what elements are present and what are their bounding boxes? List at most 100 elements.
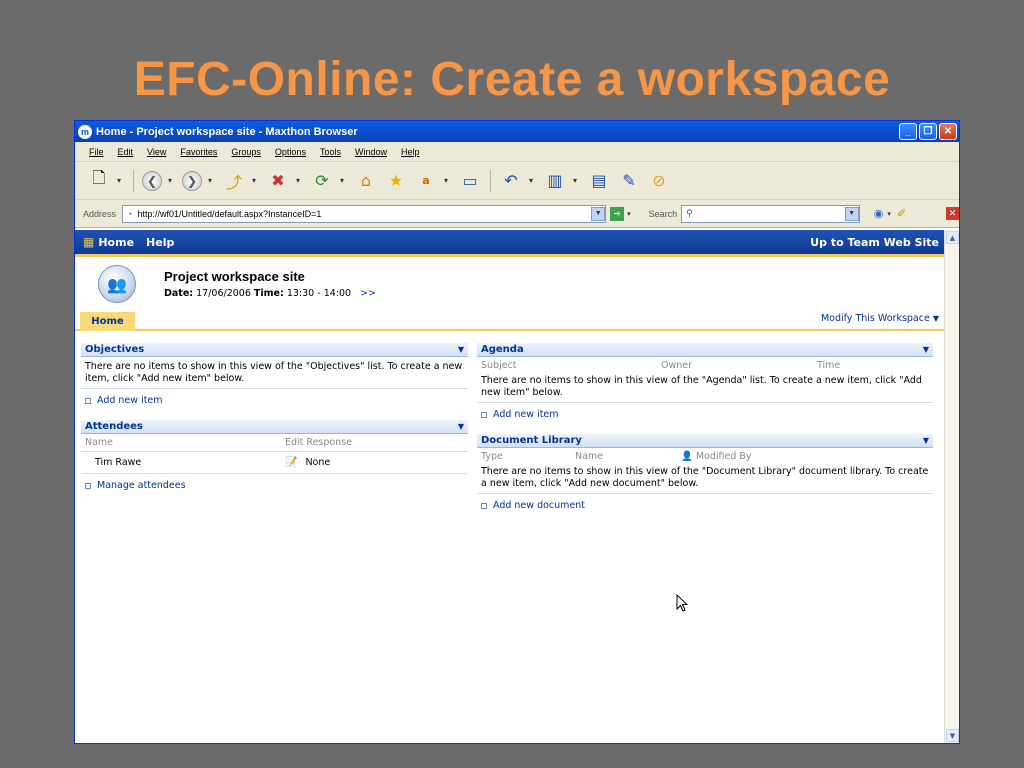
agenda-title[interactable]: Agenda [481,344,524,355]
toolbar-separator [133,169,134,192]
globe-icon[interactable]: ◉ [874,207,884,220]
translate-icon[interactable]: a [414,169,438,193]
workspace-meta: Date: 17/06/2006 Time: 13:30 - 14:00 >> [164,288,376,299]
bullet-icon [481,411,487,418]
chevron-down-icon[interactable]: ▼ [844,206,859,221]
menu-file[interactable]: File [89,147,104,157]
bullet-icon [85,397,91,404]
column-header-owner: Owner [661,360,693,371]
nav-help-link[interactable]: Help [146,236,174,249]
column-header-name: Name [575,451,604,462]
edit-response-icon[interactable]: 📝 [285,457,297,468]
bullet-icon [85,482,91,489]
menu-window[interactable]: Window [355,147,387,157]
scroll-up-icon[interactable]: ▲ [946,231,959,244]
chevron-down-icon[interactable]: ▼ [591,206,606,221]
chevron-down-icon[interactable]: ▾ [117,176,125,185]
modify-workspace-menu[interactable]: Modify This Workspace ▼ [821,313,939,324]
back-icon[interactable]: ❮ [142,170,162,191]
manage-attendees-link[interactable]: Manage attendees [81,474,468,491]
restore-button[interactable]: ❐ [919,123,937,140]
window-icon[interactable]: ▭ [458,169,482,193]
highlight-icon[interactable]: ✐ [897,207,906,220]
go-icon[interactable]: ➔ [610,206,625,221]
agenda-webpart: Agenda ▼ Subject Owner Time There are no… [477,343,933,420]
objectives-header: Objectives ▼ [81,343,468,357]
column-header-modified-by: Modified By [695,451,752,462]
chevron-down-icon[interactable]: ▼ [923,345,929,354]
menu-help[interactable]: Help [401,147,420,157]
menu-favorites[interactable]: Favorites [180,147,217,157]
agenda-columns: Subject Owner Time [477,357,933,371]
chevron-down-icon[interactable]: ▾ [340,176,348,185]
objectives-webpart: Objectives ▼ There are no items to show … [81,343,468,406]
chevron-down-icon[interactable]: ▾ [529,176,537,185]
add-document-label: Add new document [493,500,585,511]
chevron-down-icon[interactable]: ▾ [296,176,304,185]
refresh-icon[interactable]: ⟳ [310,169,334,193]
menu-options[interactable]: Options [275,147,306,157]
objectives-empty-text: There are no items to show in this view … [85,361,463,384]
sidebar-icon[interactable]: ▤ [587,169,611,193]
close-tab-icon[interactable]: ✕ [946,207,959,220]
chevron-down-icon[interactable]: ▼ [923,436,929,445]
nav-home-link[interactable]: Home [98,236,134,249]
add-item-label: Add new item [493,409,559,420]
close-button[interactable]: ✕ [939,123,957,140]
document-library-header: Document Library ▼ [477,434,933,448]
left-column: Objectives ▼ There are no items to show … [81,343,468,501]
columns-icon[interactable]: ▥ [543,169,567,193]
objectives-add-link[interactable]: Add new item [81,389,468,406]
toolbar-separator [490,169,491,192]
chevron-down-icon[interactable]: ▾ [444,176,452,185]
chevron-down-icon[interactable]: ▾ [627,210,631,218]
add-document-link[interactable]: Add new document [477,494,933,511]
minimize-button[interactable]: _ [899,123,917,140]
favorites-star-icon[interactable]: ★ [384,169,408,193]
workspace-logo-icon: 👥 [98,265,136,303]
site-nav-icon: ▦ [83,235,95,249]
edit-page-icon[interactable]: ✎ [617,169,641,193]
agenda-empty-text: There are no items to show in this view … [481,375,922,398]
chevron-down-icon[interactable]: ▾ [252,176,260,185]
chevron-down-icon[interactable]: ▾ [887,210,891,218]
objectives-title[interactable]: Objectives [85,344,144,355]
up-folder-icon[interactable]: ⤴ [222,169,246,193]
add-item-label: Add new item [97,395,163,406]
up-to-team-site-link[interactable]: Up to Team Web Site [810,236,939,249]
agenda-add-link[interactable]: Add new item [477,403,933,420]
menu-groups[interactable]: Groups [231,147,261,157]
new-page-icon[interactable]: 🗋 [87,168,111,193]
menu-tools[interactable]: Tools [320,147,341,157]
undo-icon[interactable]: ↶ [499,169,523,193]
time-label: Time: [253,288,284,299]
chevron-down-icon[interactable]: ▼ [458,345,464,354]
page-title: Project workspace site [164,269,305,284]
stop-icon[interactable]: ✖ [266,169,290,193]
agenda-header: Agenda ▼ [477,343,933,357]
more-dates-link[interactable]: >> [360,288,376,299]
tab-row: Home Modify This Workspace ▼ [75,309,945,331]
person-icon: 👤 [681,451,693,462]
document-library-title[interactable]: Document Library [481,435,582,446]
attendees-title[interactable]: Attendees [85,421,143,432]
chevron-down-icon[interactable]: ▼ [458,422,464,431]
chevron-down-icon[interactable]: ▾ [208,176,216,185]
toolbar: 🗋 ▾ ❮ ▾ ❯ ▾ ⤴ ▾ ✖ ▾ ⟳ ▾ ⌂ ★ a ▾ ▭ ↶ ▾ ▥ ▾ ▤ ✎ ⊘ [75,162,959,200]
menu-view[interactable]: View [147,147,166,157]
block-popup-icon[interactable]: ⊘ [647,169,671,193]
chevron-down-icon[interactable]: ▾ [573,176,581,185]
url-field[interactable]: ◔ http://wf01/Untitled/default.aspx?Inst… [122,204,607,223]
tab-home[interactable]: Home [80,312,135,331]
search-input[interactable]: ⚲ ▼ [681,204,860,223]
vertical-scrollbar[interactable]: ▲ ▼ [944,230,959,743]
menu-edit[interactable]: Edit [118,147,134,157]
table-row: Tim Rawe 📝 None [81,452,468,470]
title-bar[interactable]: m Home - Project workspace site - Maxtho… [75,121,959,142]
home-icon[interactable]: ⌂ [354,169,378,193]
scroll-down-icon[interactable]: ▼ [946,729,959,742]
manage-attendees-label: Manage attendees [97,480,186,491]
chevron-down-icon[interactable]: ▾ [168,176,176,185]
chevron-down-icon: ▼ [932,314,939,323]
forward-icon[interactable]: ❯ [182,170,202,191]
